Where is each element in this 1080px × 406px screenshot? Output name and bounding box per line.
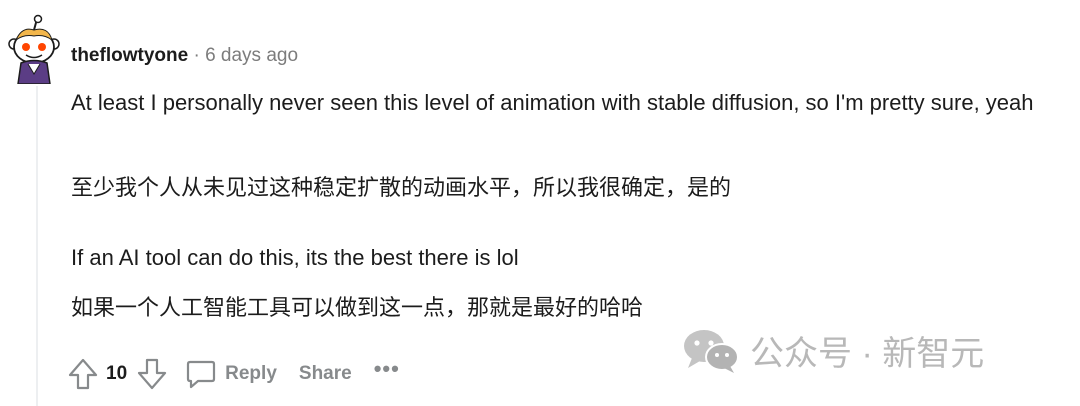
meta-separator: · [193, 45, 200, 66]
timestamp[interactable]: 6 days ago [205, 45, 298, 66]
comment-text-en-2: If an AI tool can do this, its the best … [71, 245, 519, 270]
comment-text-en-1: At least I personally never seen this le… [71, 90, 1034, 115]
downvote-button[interactable] [133, 354, 171, 394]
upvote-button[interactable] [64, 354, 102, 394]
comment-actions: 10 Reply Share ••• [64, 354, 400, 394]
reply-button[interactable]: Reply [185, 358, 277, 390]
wechat-logo-icon [684, 329, 739, 373]
author-name[interactable]: theflowtyone [71, 45, 188, 66]
comment: theflowtyone · 6 days ago At least I per… [0, 0, 1080, 406]
arrow-up-icon [68, 358, 98, 390]
comment-meta: theflowtyone · 6 days ago [71, 44, 298, 68]
more-options-button[interactable]: ••• [374, 356, 400, 382]
share-button[interactable]: Share [299, 363, 352, 385]
watermark-text: 公众号 · 新智元 [750, 335, 985, 373]
avatar[interactable] [6, 14, 62, 85]
watermark: 公众号 · 新智元 [682, 326, 984, 375]
arrow-down-icon [138, 358, 167, 390]
reply-label: Reply [225, 363, 277, 384]
vote-score: 10 [106, 363, 128, 384]
thread-line[interactable] [36, 86, 38, 406]
comment-text-zh-1: 至少我个人从未见过这种稳定扩散的动画水平，所以我很确定，是的 [71, 175, 732, 200]
comment-text-zh-2: 如果一个人工智能工具可以做到这一点，那就是最好的哈哈 [71, 295, 644, 320]
comment-bubble-icon [187, 360, 216, 389]
